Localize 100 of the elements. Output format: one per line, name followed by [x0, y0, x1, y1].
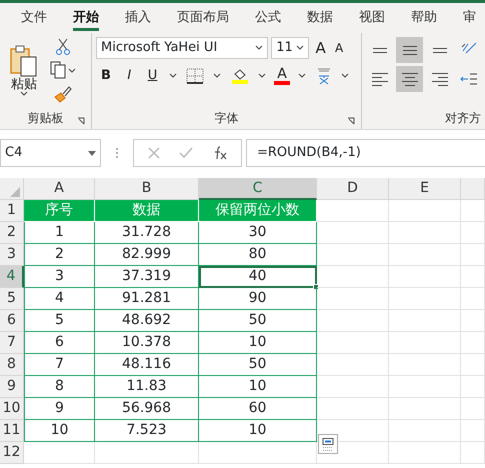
select-all-corner[interactable]	[0, 178, 24, 200]
empty-cell[interactable]	[317, 354, 389, 376]
empty-cell[interactable]	[389, 310, 461, 332]
align-top-icon	[372, 48, 387, 52]
empty-cell[interactable]	[389, 200, 461, 222]
dialog-launcher-icon[interactable]	[77, 117, 85, 125]
empty-cell[interactable]	[461, 376, 485, 398]
font-name-field[interactable]: Microsoft YaHei UI	[96, 37, 268, 59]
empty-cell[interactable]	[389, 244, 461, 266]
italic-button[interactable]: I	[119, 68, 140, 83]
name-box[interactable]: C4	[0, 139, 101, 167]
table-cell: 50	[199, 310, 317, 332]
table-cell: 3	[24, 266, 95, 288]
caret-icon	[20, 90, 28, 97]
table-cell: 56.968	[95, 398, 199, 420]
row-header[interactable]: 7	[0, 332, 24, 354]
font-color-button[interactable]: A	[272, 66, 292, 84]
column-header[interactable]: E	[389, 178, 461, 200]
ribbon-tab[interactable]: 数据	[294, 3, 346, 33]
column-header[interactable]: A	[24, 178, 95, 200]
empty-cell[interactable]	[389, 222, 461, 244]
row-header[interactable]: 10	[0, 398, 24, 420]
ribbon-tab[interactable]: 审	[450, 3, 485, 33]
table-header-cell: 序号	[24, 200, 95, 222]
ribbon-tab[interactable]: 视图	[346, 3, 398, 33]
bold-button[interactable]: B	[96, 68, 116, 83]
table-header-cell: 数据	[95, 200, 199, 222]
empty-cell[interactable]	[461, 420, 485, 442]
empty-cell[interactable]	[317, 222, 389, 244]
empty-cell[interactable]	[461, 310, 485, 332]
table-cell: 8	[24, 376, 95, 398]
shrink-font-button[interactable]: A	[332, 41, 346, 55]
ribbon-tab[interactable]: 文件	[8, 3, 60, 33]
paste-button[interactable]: 粘贴	[4, 37, 44, 104]
empty-cell[interactable]	[389, 398, 461, 420]
table-cell: 4	[24, 288, 95, 310]
empty-cell[interactable]	[317, 244, 389, 266]
empty-cell[interactable]	[461, 222, 485, 244]
row-header[interactable]: 8	[0, 354, 24, 376]
paste-options-menu[interactable]	[318, 434, 338, 454]
ribbon-tab[interactable]: 公式	[242, 3, 294, 33]
empty-cell[interactable]	[389, 442, 461, 464]
underline-button[interactable]: U	[142, 68, 162, 83]
empty-cell[interactable]	[461, 266, 485, 288]
empty-cell[interactable]	[389, 332, 461, 354]
empty-cell[interactable]	[95, 442, 199, 464]
align-bottom-icon	[433, 48, 448, 52]
group-label: 剪贴板	[28, 111, 64, 125]
row-header[interactable]: 11	[0, 420, 24, 442]
empty-cell[interactable]	[461, 398, 485, 420]
copy-icon	[50, 61, 76, 80]
empty-cell[interactable]	[317, 398, 389, 420]
font-size-field[interactable]: 11	[271, 37, 310, 59]
empty-cell[interactable]	[317, 288, 389, 310]
row-header[interactable]: 4	[0, 266, 24, 288]
row-header[interactable]: 2	[0, 222, 24, 244]
row-header[interactable]: 9	[0, 376, 24, 398]
empty-cell[interactable]	[389, 376, 461, 398]
empty-cell[interactable]	[389, 288, 461, 310]
group-label: 对齐方	[445, 111, 481, 125]
empty-cell[interactable]	[317, 332, 389, 354]
empty-cell[interactable]	[317, 376, 389, 398]
table-cell: 5	[24, 310, 95, 332]
ribbon-tab[interactable]: 页面布局	[164, 3, 242, 33]
empty-cell[interactable]	[461, 244, 485, 266]
empty-cell[interactable]	[317, 266, 389, 288]
table-cell: 90	[199, 288, 317, 310]
table-cell: 31.728	[95, 222, 199, 244]
row-header[interactable]: 12	[0, 442, 24, 464]
empty-cell[interactable]	[389, 354, 461, 376]
empty-cell[interactable]	[461, 354, 485, 376]
row-header[interactable]: 3	[0, 244, 24, 266]
empty-cell[interactable]	[389, 420, 461, 442]
empty-cell[interactable]	[389, 266, 461, 288]
formula-field[interactable]: =ROUND(B4,-1)	[246, 139, 485, 167]
empty-cell[interactable]	[199, 442, 317, 464]
empty-cell[interactable]	[461, 442, 485, 464]
table-cell: 10.378	[95, 332, 199, 354]
ribbon-tab[interactable]: 插入	[112, 3, 164, 33]
row-header[interactable]: 5	[0, 288, 24, 310]
align-middle-button[interactable]	[396, 37, 424, 63]
empty-cell[interactable]	[317, 310, 389, 332]
empty-cell[interactable]	[461, 288, 485, 310]
ribbon-tab[interactable]: 开始	[60, 3, 112, 33]
table-cell: 10	[199, 420, 317, 442]
align-center-button[interactable]	[396, 66, 424, 92]
table-cell: 37.319	[95, 266, 199, 288]
row-header[interactable]: 6	[0, 310, 24, 332]
table-cell: 7	[24, 354, 95, 376]
grow-font-button[interactable]: A	[312, 40, 329, 56]
row-header[interactable]: 1	[0, 200, 24, 222]
column-header[interactable]: B	[95, 178, 199, 200]
ribbon-tab[interactable]: 帮助	[398, 3, 450, 33]
column-header[interactable]: D	[317, 178, 389, 200]
empty-cell[interactable]	[461, 200, 485, 222]
dialog-launcher-icon[interactable]	[347, 117, 355, 125]
table-cell: 10	[199, 332, 317, 354]
column-header[interactable]	[461, 178, 485, 200]
empty-cell[interactable]	[461, 332, 485, 354]
column-header[interactable]: C	[199, 178, 317, 200]
